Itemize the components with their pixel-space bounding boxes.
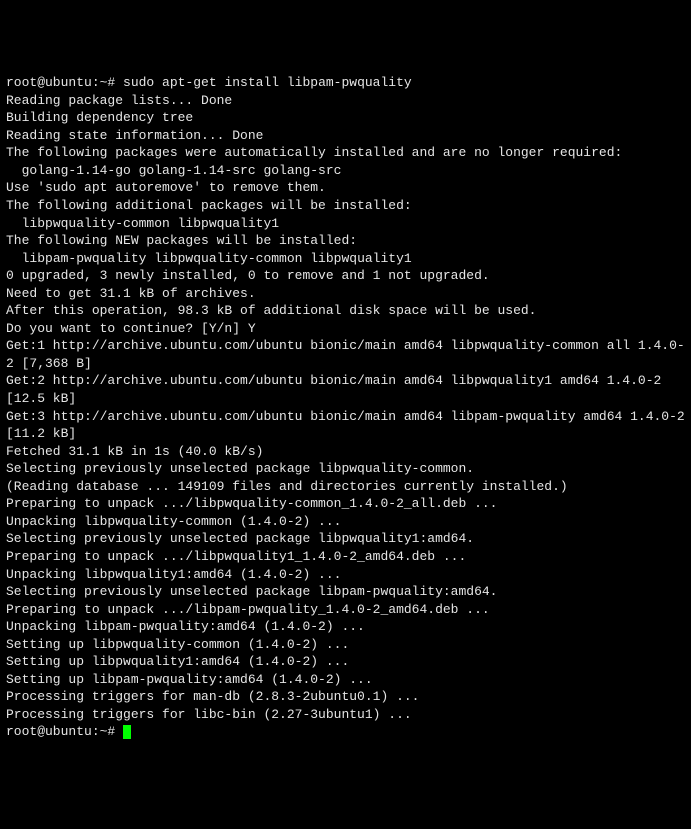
output-line: libpwquality-common libpwquality1 [6,215,685,233]
output-line: Setting up libpwquality-common (1.4.0-2)… [6,636,685,654]
terminal-output[interactable]: root@ubuntu:~# sudo apt-get install libp… [6,74,685,741]
output-line: Unpacking libpam-pwquality:amd64 (1.4.0-… [6,618,685,636]
output-line: Get:3 http://archive.ubuntu.com/ubuntu b… [6,408,685,443]
output-line: Reading package lists... Done [6,92,685,110]
output-line: 0 upgraded, 3 newly installed, 0 to remo… [6,267,685,285]
command-text: sudo apt-get install libpam-pwquality [123,75,412,90]
prompt-line: root@ubuntu:~# [6,723,685,741]
output-line: Selecting previously unselected package … [6,460,685,478]
prompt-line: root@ubuntu:~# sudo apt-get install libp… [6,74,685,92]
output-line: Preparing to unpack .../libpwquality1_1.… [6,548,685,566]
output-line: Preparing to unpack .../libpam-pwquality… [6,601,685,619]
output-line: libpam-pwquality libpwquality-common lib… [6,250,685,268]
cursor-icon [123,725,131,739]
output-line: The following additional packages will b… [6,197,685,215]
output-line: Unpacking libpwquality1:amd64 (1.4.0-2) … [6,566,685,584]
output-line: Get:2 http://archive.ubuntu.com/ubuntu b… [6,372,685,407]
output-line: (Reading database ... 149109 files and d… [6,478,685,496]
output-line: Unpacking libpwquality-common (1.4.0-2) … [6,513,685,531]
output-line: Fetched 31.1 kB in 1s (40.0 kB/s) [6,443,685,461]
shell-prompt: root@ubuntu:~# [6,75,123,90]
output-line: Building dependency tree [6,109,685,127]
output-line: Need to get 31.1 kB of archives. [6,285,685,303]
output-line: golang-1.14-go golang-1.14-src golang-sr… [6,162,685,180]
output-line: Preparing to unpack .../libpwquality-com… [6,495,685,513]
shell-prompt: root@ubuntu:~# [6,724,123,739]
output-line: Processing triggers for libc-bin (2.27-3… [6,706,685,724]
output-line: Processing triggers for man-db (2.8.3-2u… [6,688,685,706]
output-line: Selecting previously unselected package … [6,530,685,548]
output-line: The following packages were automaticall… [6,144,685,162]
output-line: Reading state information... Done [6,127,685,145]
output-line: Use 'sudo apt autoremove' to remove them… [6,179,685,197]
output-line: After this operation, 98.3 kB of additio… [6,302,685,320]
output-line: Do you want to continue? [Y/n] Y [6,320,685,338]
output-line: Setting up libpwquality1:amd64 (1.4.0-2)… [6,653,685,671]
output-line: Get:1 http://archive.ubuntu.com/ubuntu b… [6,337,685,372]
output-line: Setting up libpam-pwquality:amd64 (1.4.0… [6,671,685,689]
output-line: Selecting previously unselected package … [6,583,685,601]
output-line: The following NEW packages will be insta… [6,232,685,250]
